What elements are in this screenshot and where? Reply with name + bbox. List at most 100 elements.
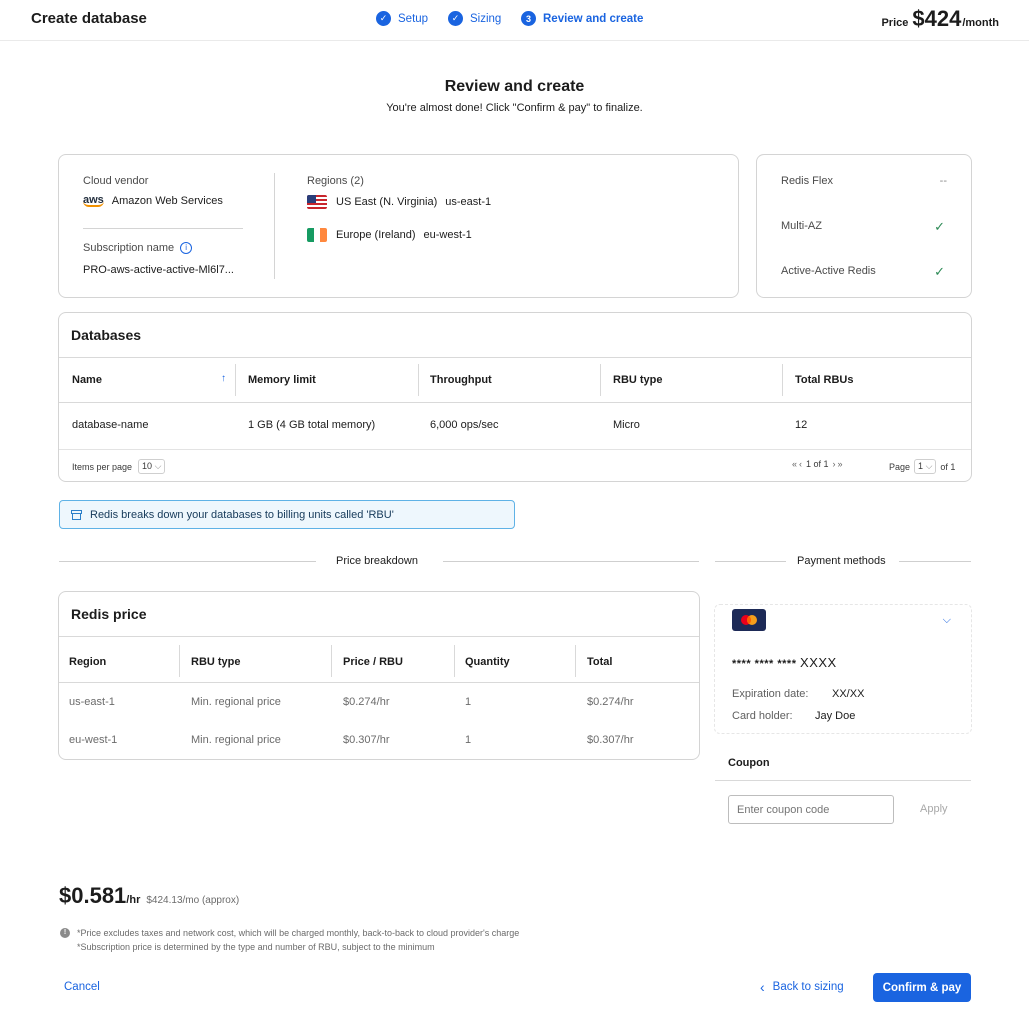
- price-breakdown-heading: Price breakdown: [336, 555, 418, 567]
- column-header-rbu-type: RBU type: [191, 656, 241, 668]
- sort-arrow-up-icon[interactable]: ↑: [221, 373, 226, 384]
- redis-price-title: Redis price: [71, 606, 147, 622]
- region-row: US East (N. Virginia) us-east-1: [307, 195, 491, 209]
- column-header-total: Total: [587, 656, 613, 668]
- payment-method-card[interactable]: ⌵ **** **** **** XXXX Expiration date: X…: [714, 604, 972, 734]
- cancel-button[interactable]: Cancel: [64, 981, 100, 993]
- step-setup[interactable]: ✓ Setup: [376, 11, 428, 26]
- payment-methods-heading: Payment methods: [797, 555, 886, 567]
- expiration-value: XX/XX: [832, 688, 865, 700]
- price-period: /month: [962, 17, 999, 29]
- column-header-memory[interactable]: Memory limit: [248, 374, 316, 386]
- chevron-down-icon: ⌵: [925, 461, 933, 471]
- header: Create database ✓ Setup ✓ Sizing 3 Revie…: [0, 0, 1029, 41]
- databases-card: Databases Name ↑ Memory limit Throughput…: [58, 312, 972, 482]
- cell-memory: 1 GB (4 GB total memory): [248, 419, 376, 431]
- chevron-left-icon: ‹: [760, 979, 765, 995]
- cell-rbu-type: Micro: [613, 419, 640, 431]
- cloud-vendor: aws Amazon Web Services: [83, 195, 223, 207]
- cell-price: $0.307/hr: [343, 734, 390, 746]
- step-review[interactable]: 3 Review and create: [521, 11, 643, 26]
- page-select[interactable]: 1 ⌵: [914, 459, 937, 474]
- column-separator: [418, 364, 419, 396]
- us-flag-icon: [307, 195, 327, 209]
- column-header-throughput[interactable]: Throughput: [430, 374, 492, 386]
- table-row[interactable]: database-name 1 GB (4 GB total memory) 6…: [59, 403, 971, 450]
- cell-total-rbus: 12: [795, 419, 808, 431]
- column-separator: [235, 364, 236, 396]
- divider: [83, 228, 243, 229]
- subscription-name-label: Subscription name: [83, 242, 175, 254]
- check-icon: ✓: [448, 11, 463, 26]
- pager-nav: « ‹ 1 of 1 › »: [792, 459, 843, 469]
- divider: [274, 173, 275, 279]
- total-hourly: $0.581: [59, 883, 127, 908]
- subscription-name-value: PRO-aws-active-active-Ml6l7...: [83, 264, 234, 276]
- cell-region: us-east-1: [69, 696, 115, 708]
- feature-label: Active-Active Redis: [781, 265, 876, 277]
- column-separator: [575, 645, 576, 677]
- page-label: Page: [889, 461, 911, 472]
- cloud-vendor-label: Cloud vendor: [83, 175, 149, 187]
- items-per-page-select[interactable]: 10 ⌵: [138, 459, 166, 474]
- column-separator: [331, 645, 332, 677]
- feature-label: Multi-AZ: [781, 220, 822, 232]
- subscription-summary-card: Cloud vendor aws Amazon Web Services Sub…: [58, 154, 739, 298]
- coupon-input[interactable]: [728, 795, 894, 824]
- page-total: of 1: [940, 461, 956, 472]
- chevron-down-icon: ⌵: [154, 461, 162, 471]
- region-code: us-east-1: [445, 196, 492, 208]
- page-title: Review and create: [444, 78, 585, 95]
- info-icon[interactable]: i: [180, 242, 193, 254]
- mastercard-icon: [732, 609, 766, 631]
- check-icon: ✓: [934, 219, 945, 234]
- prev-page-icon[interactable]: ‹: [799, 459, 802, 469]
- items-per-page: Items per page 10 ⌵: [72, 459, 166, 474]
- page-subtitle: You're almost done! Click "Confirm & pay…: [386, 102, 643, 114]
- card-number-masked: **** **** ****: [732, 658, 797, 670]
- check-icon: ✓: [934, 264, 945, 279]
- table-header: Region RBU type Price / RBU Quantity Tot…: [59, 636, 699, 683]
- next-page-icon[interactable]: ›: [833, 459, 836, 469]
- step-number: 3: [521, 11, 536, 26]
- info-icon: !: [60, 928, 70, 938]
- card-holder-label: Card holder:: [732, 710, 793, 722]
- cell-quantity: 1: [465, 696, 472, 708]
- table-row: eu-west-1 Min. regional price $0.307/hr …: [59, 722, 699, 760]
- first-page-icon[interactable]: «: [792, 459, 797, 469]
- expiration-label: Expiration date:: [732, 688, 809, 700]
- cell-rbu-type: Min. regional price: [191, 696, 281, 708]
- cell-total: $0.307/hr: [587, 734, 634, 746]
- cell-region: eu-west-1: [69, 734, 118, 746]
- cell-name: database-name: [72, 419, 149, 431]
- column-separator: [600, 364, 601, 396]
- cell-price: $0.274/hr: [343, 696, 390, 708]
- step-review-label: Review and create: [543, 12, 644, 25]
- cell-throughput: 6,000 ops/sec: [430, 419, 499, 431]
- column-header-rbu-type[interactable]: RBU type: [613, 374, 663, 386]
- column-header-name[interactable]: Name: [72, 374, 102, 386]
- last-page-icon[interactable]: »: [838, 459, 843, 469]
- divider: [59, 561, 316, 562]
- subscription-name-label-row: Subscription name i: [83, 242, 193, 254]
- back-to-sizing-label: Back to sizing: [772, 981, 844, 993]
- app-title: Create database: [31, 10, 147, 27]
- column-header-region: Region: [69, 656, 107, 668]
- chevron-down-icon[interactable]: ⌵: [943, 614, 951, 627]
- back-to-sizing-button[interactable]: ‹ Back to sizing: [760, 979, 844, 995]
- confirm-and-pay-button[interactable]: Confirm & pay: [873, 973, 971, 1002]
- table-row: us-east-1 Min. regional price $0.274/hr …: [59, 684, 699, 722]
- step-sizing[interactable]: ✓ Sizing: [448, 11, 501, 26]
- cell-rbu-type: Min. regional price: [191, 734, 281, 746]
- rbu-info-banner: Redis breaks down your databases to bill…: [59, 500, 515, 529]
- column-header-total-rbus[interactable]: Total RBUs: [795, 374, 853, 386]
- apply-coupon-button[interactable]: Apply: [920, 803, 948, 815]
- range-text: 1 of 1: [806, 459, 829, 469]
- divider: [715, 780, 971, 781]
- items-per-page-label: Items per page: [72, 461, 133, 472]
- card-number: **** **** **** XXXX: [732, 655, 837, 670]
- region-row: Europe (Ireland) eu-west-1: [307, 228, 472, 242]
- column-separator: [179, 645, 180, 677]
- store-icon: [71, 509, 82, 520]
- coupon-title: Coupon: [728, 757, 770, 769]
